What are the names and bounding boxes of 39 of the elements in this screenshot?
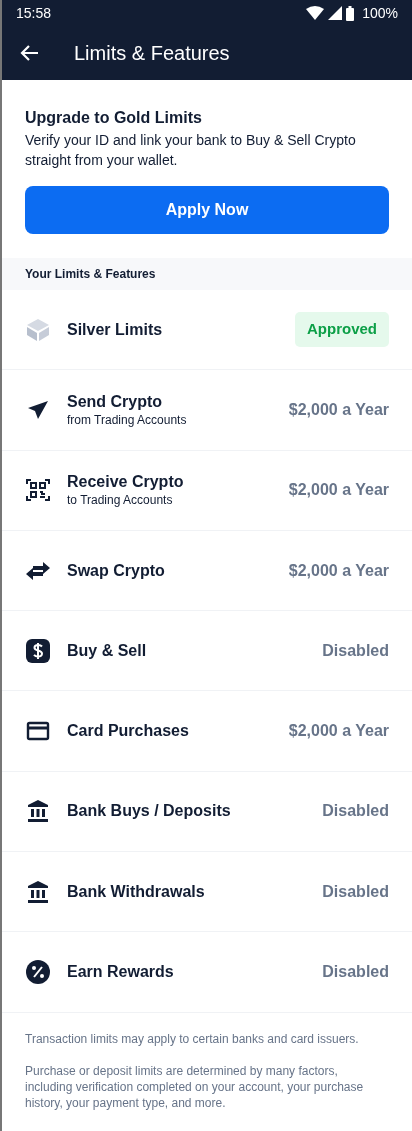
feature-name: Send Crypto: [67, 391, 164, 412]
page-title: Limits & Features: [74, 41, 230, 66]
feature-name: Receive Crypto: [67, 472, 185, 493]
feature-limit: $2,000 a Year: [288, 560, 389, 581]
feature-name: Buy & Sell: [67, 640, 148, 661]
section-title: Your Limits & Features: [25, 266, 156, 283]
feature-subtitle: from Trading Accounts: [67, 411, 188, 428]
feature-name: Bank Buys / Deposits: [67, 801, 232, 822]
clock: 15:58: [16, 3, 52, 23]
footnote: Purchase or deposit limits are determined by many factors, including verification completed on your account, your purchase history, your payment type, and more.: [25, 1062, 365, 1111]
feature-limit: Disabled: [322, 801, 389, 822]
bank-icon: [25, 878, 51, 905]
feature-limit: $2,000 a Year: [288, 721, 389, 742]
feature-name: Card Purchases: [67, 721, 190, 742]
apply-now-button[interactable]: Apply Now: [25, 186, 389, 234]
upgrade-title: Upgrade to Gold Limits: [25, 108, 203, 128]
feature-name: Bank Withdrawals: [67, 881, 206, 902]
status-badge: Approved: [295, 312, 389, 347]
back-button[interactable]: [20, 43, 40, 63]
battery-icon: [346, 5, 355, 21]
feature-name: Swap Crypto: [67, 560, 166, 581]
feature-limit: $2,000 a Year: [288, 399, 389, 420]
feature-limit: Disabled: [322, 640, 389, 661]
wifi-icon: [306, 6, 325, 20]
feature-limit: Disabled: [322, 881, 389, 902]
dollar-icon: [25, 637, 51, 664]
feature-name: Earn Rewards: [67, 962, 175, 982]
feature-limit: Disabled: [322, 962, 389, 982]
feature-subtitle: to Trading Accounts: [67, 492, 174, 509]
cube-icon: [25, 316, 51, 343]
feature-limit: $2,000 a Year: [288, 480, 389, 501]
upgrade-text: Verify your ID and link your bank to Buy & Sell Crypto straight from your wallet.: [25, 131, 357, 170]
battery-level: 100%: [362, 3, 398, 23]
qr-code-icon: [25, 477, 51, 504]
percent-icon: [25, 959, 51, 985]
signal-icon: [328, 6, 343, 20]
feature-name: Silver Limits: [67, 319, 164, 340]
footnote: Transaction limits may apply to certain banks and card issuers.: [25, 1030, 360, 1047]
bank-icon: [25, 798, 51, 825]
